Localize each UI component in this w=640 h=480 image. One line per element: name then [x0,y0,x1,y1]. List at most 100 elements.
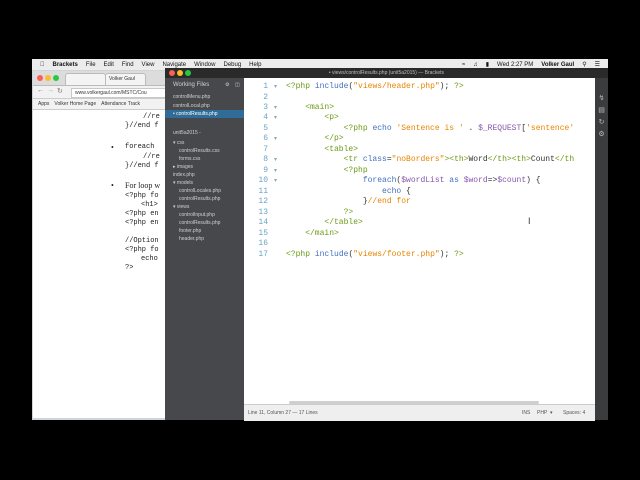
split-icon[interactable]: ◫ [235,82,240,88]
menu-window[interactable]: Window [194,62,215,68]
reload-icon[interactable]: ↻ [57,87,63,95]
menu-navigate[interactable]: Navigate [162,62,186,68]
code-line[interactable]: echo { [286,187,411,196]
page-line: ?> [125,264,134,272]
minimize-icon[interactable] [45,75,51,81]
gear-icon[interactable]: ⚙ [225,82,229,88]
project-tree-item[interactable]: ▸ images [173,164,193,170]
code-line[interactable]: foreach($wordList as $word=>$count) { [286,176,541,185]
back-icon[interactable]: ← [37,87,44,94]
menu-user[interactable]: Volker Gaul [541,62,574,68]
browser-tab-bar: Volker Gaul [33,71,168,86]
cursor-position: Line 11, Column 27 — 17 Lines [248,410,318,416]
project-tree-item[interactable]: controlInput.php [179,212,215,218]
working-file-item[interactable]: controlLocal.php [173,103,210,109]
fold-arrow-icon[interactable]: ▾ [274,104,277,111]
volume-icon[interactable]: ♫ [473,62,478,68]
zoom-icon[interactable] [53,75,59,81]
insert-mode[interactable]: INS [522,410,530,416]
fold-arrow-icon[interactable]: ▾ [274,114,277,121]
search-icon[interactable]: ⚲ [582,61,586,68]
refresh-icon[interactable]: ↻ [597,118,606,127]
bookmark-attendance[interactable]: Attendance Track [101,101,140,107]
browser-tab[interactable] [65,73,106,85]
line-number: 16 [258,239,268,248]
code-line[interactable]: <?php include("views/footer.php"); ?> [286,250,464,259]
menu-file[interactable]: File [86,62,96,68]
project-tree-item[interactable]: controlResults.php [179,220,220,226]
project-tree-item[interactable]: index.php [173,172,195,178]
line-number: 14 [258,218,268,227]
menu-debug[interactable]: Debug [223,62,241,68]
fold-arrow-icon[interactable]: ▾ [274,167,277,174]
code-line[interactable]: <tr class="noBorders"><th>Word</th><th>C… [286,155,575,164]
language-select[interactable]: PHP [537,410,547,416]
menu-help[interactable]: Help [249,62,261,68]
extension-icon[interactable]: ▤ [597,106,606,115]
line-number: 10 [258,176,268,185]
code-line[interactable]: }//end for [286,197,411,206]
fold-arrow-icon[interactable]: ▾ [274,177,277,184]
indent-settings[interactable]: Spaces: 4 [563,410,585,416]
battery-icon[interactable]: ▮ [486,61,489,68]
project-tree-item[interactable]: footer.php [179,228,201,234]
browser-tab-active[interactable]: Volker Gaul [105,73,146,85]
code-line[interactable]: </table> [286,218,362,227]
zoom-icon[interactable] [185,70,191,76]
line-number: 11 [258,187,268,196]
code-line[interactable]: <?php [286,166,368,175]
code-line[interactable]: </main> [286,229,339,238]
address-bar[interactable]: www.volkergaul.com/MSTC/Cou [71,88,171,98]
wifi-icon[interactable]: ≈ [462,62,465,68]
code-editor[interactable]: 1 ▾ 2 3 ▾ 4 ▾ 5 6 ▾ 7 8 ▾ 9 ▾ 10 ▾ 11 12 13 14 15 16 17 <?php i… [244,78,595,404]
fold-arrow-icon[interactable]: ▾ [274,156,277,163]
page-line: }//end f [125,162,159,170]
menu-clock[interactable]: Wed 2:27 PM [497,62,533,68]
menu-find[interactable]: Find [122,62,134,68]
window-title: • views/controlResults.php (unit5a2015) … [328,70,445,76]
page-line: <?php en [125,219,159,227]
code-line[interactable]: <main> [286,103,334,112]
project-tree-item[interactable]: ▾ css [173,140,184,146]
menu-view[interactable]: View [142,62,155,68]
forward-icon[interactable]: → [47,87,54,94]
project-tree-item[interactable]: forms.css [179,156,200,162]
chevron-down-icon[interactable]: ▾ [550,410,553,416]
code-line[interactable]: <table> [286,145,358,154]
project-tree-item[interactable]: controlResults.php [179,196,220,202]
settings-icon[interactable]: ⚙ [597,130,606,139]
page-line: foreach [125,143,155,151]
code-line[interactable]: <p> [286,113,338,122]
close-icon[interactable] [169,70,175,76]
minimize-icon[interactable] [177,70,183,76]
live-preview-icon[interactable]: ↯ [597,94,606,103]
window-title-bar: • views/controlResults.php (unit5a2015) … [165,68,608,78]
project-tree-item[interactable]: ▾ views [173,204,189,210]
project-tree-item[interactable]: header.php [179,236,204,242]
close-icon[interactable] [37,75,43,81]
project-tree-item[interactable]: controlResults.css [179,148,220,154]
bookmark-home-page[interactable]: Volker Home Page [54,101,96,107]
bookmark-apps[interactable]: Apps [38,101,49,107]
code-line[interactable]: ?> [286,208,354,217]
project-tree-item[interactable]: ▾ models [173,180,193,186]
code-line[interactable]: <?php include("views/header.php"); ?> [286,82,464,91]
line-number: 17 [258,250,268,259]
apple-icon[interactable]:  [40,62,45,68]
working-file-item[interactable]: controlMenu.php [173,94,210,100]
line-number: 2 [263,92,268,102]
bookmarks-bar: Apps Volker Home Page Attendance Track [33,99,168,110]
fold-arrow-icon[interactable]: ▾ [274,135,277,142]
line-gutter: 1 ▾ 2 3 ▾ 4 ▾ 5 6 ▾ 7 8 ▾ 9 ▾ 10 ▾ 11 12 13 14 15 16 17 [244,78,284,404]
project-title[interactable]: unit5a2015 - [173,130,201,136]
code-line[interactable]: </p> [286,134,343,143]
page-line: <?php fo [125,192,159,200]
fold-arrow-icon[interactable]: ▾ [274,83,277,90]
page-line: }//end f [125,122,159,130]
menu-app-name[interactable]: Brackets [53,62,78,68]
menu-edit[interactable]: Edit [104,62,114,68]
working-file-item-active[interactable]: • controlResults.php [165,110,244,118]
project-tree-item[interactable]: controlLocales.php [179,188,221,194]
code-line[interactable]: <?php echo 'Sentence is ' . $_REQUEST['s… [286,124,575,133]
list-icon[interactable]: ☰ [595,61,600,68]
